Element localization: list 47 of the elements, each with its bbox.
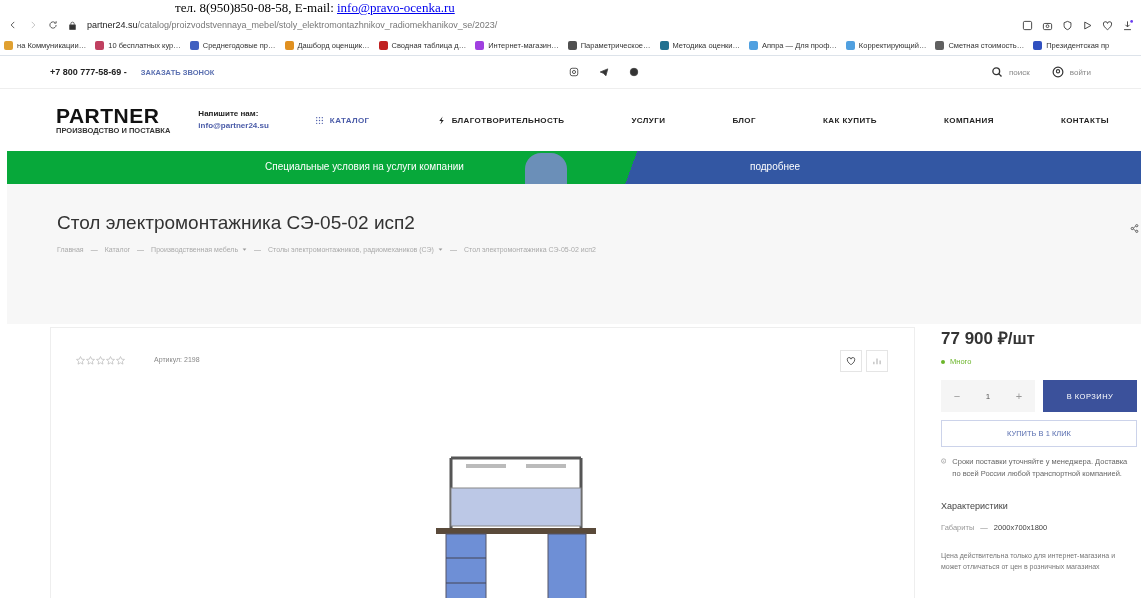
logo[interactable]: PARTNER (56, 105, 171, 126)
nav-link[interactable]: КОНТАКТЫ (1060, 115, 1109, 125)
user-icon (1051, 66, 1064, 78)
bar-chart-icon (872, 356, 882, 366)
nav-link[interactable]: КАТАЛОГ (314, 115, 370, 125)
download-icon[interactable] (1122, 19, 1133, 31)
login-button[interactable]: войти (1051, 66, 1091, 78)
favorite-button[interactable] (840, 350, 862, 372)
play-icon[interactable] (1082, 19, 1093, 31)
star-icon (96, 356, 105, 365)
camera-icon[interactable] (569, 67, 580, 77)
grid-icon (314, 115, 324, 125)
email-link[interactable]: info@pravo-ocenka.ru (337, 0, 455, 15)
page-title: Стол электромонтажника СЭ-05-02 исп2 (57, 212, 416, 234)
nav-link[interactable]: КОМПАНИЯ (944, 115, 994, 125)
phone-number: +7 800 777-58-69 - (50, 67, 127, 77)
info-icon (941, 456, 947, 466)
promo-banner[interactable]: Специальные условия на услуги компании подробнее (7, 151, 1141, 184)
status-dot (941, 359, 945, 364)
banner-text: Специальные условия на услуги компании (265, 161, 464, 172)
star-icon (76, 356, 85, 365)
reload-icon[interactable] (48, 20, 58, 30)
more-link[interactable]: подробнее (750, 161, 801, 172)
price: 77 900 ₽/шт (941, 328, 1036, 349)
quantity-value: 1 (985, 391, 991, 401)
share-icon[interactable] (1130, 224, 1139, 233)
heart-icon (846, 356, 856, 366)
nav-link[interactable]: УСЛУГИ (631, 115, 666, 125)
shield-icon[interactable] (1062, 19, 1073, 31)
nav-link[interactable]: БЛАГОТВОРИТЕЛЬНОСТЬ (436, 115, 565, 125)
lock-icon (68, 20, 77, 30)
star-icon (116, 356, 125, 365)
telegram-icon[interactable] (599, 67, 610, 77)
email-link[interactable]: info@partner24.su (198, 121, 269, 130)
nav-link[interactable]: КАК КУПИТЬ (823, 115, 877, 125)
star-icon (106, 356, 115, 365)
search-icon (991, 66, 1004, 78)
nav-link[interactable]: БЛОГ (732, 115, 756, 125)
back-icon[interactable] (8, 20, 18, 30)
overlay-text: тел. 8(950)850-08-58, E-mail: (175, 0, 334, 15)
specs-heading: Характеристики (941, 500, 1009, 511)
heart-icon[interactable] (1102, 19, 1113, 31)
write-label: Напишите нам: (198, 108, 260, 120)
star-icon (86, 356, 95, 365)
photo-placeholder (525, 153, 567, 184)
search-button[interactable]: поиск (991, 66, 1030, 78)
address-bar[interactable]: partner24.su/catalog/proizvodstvennaya_mebel/stoly_elektromontazhnikov_radiomekhanikov_se/2023/ (87, 20, 498, 30)
